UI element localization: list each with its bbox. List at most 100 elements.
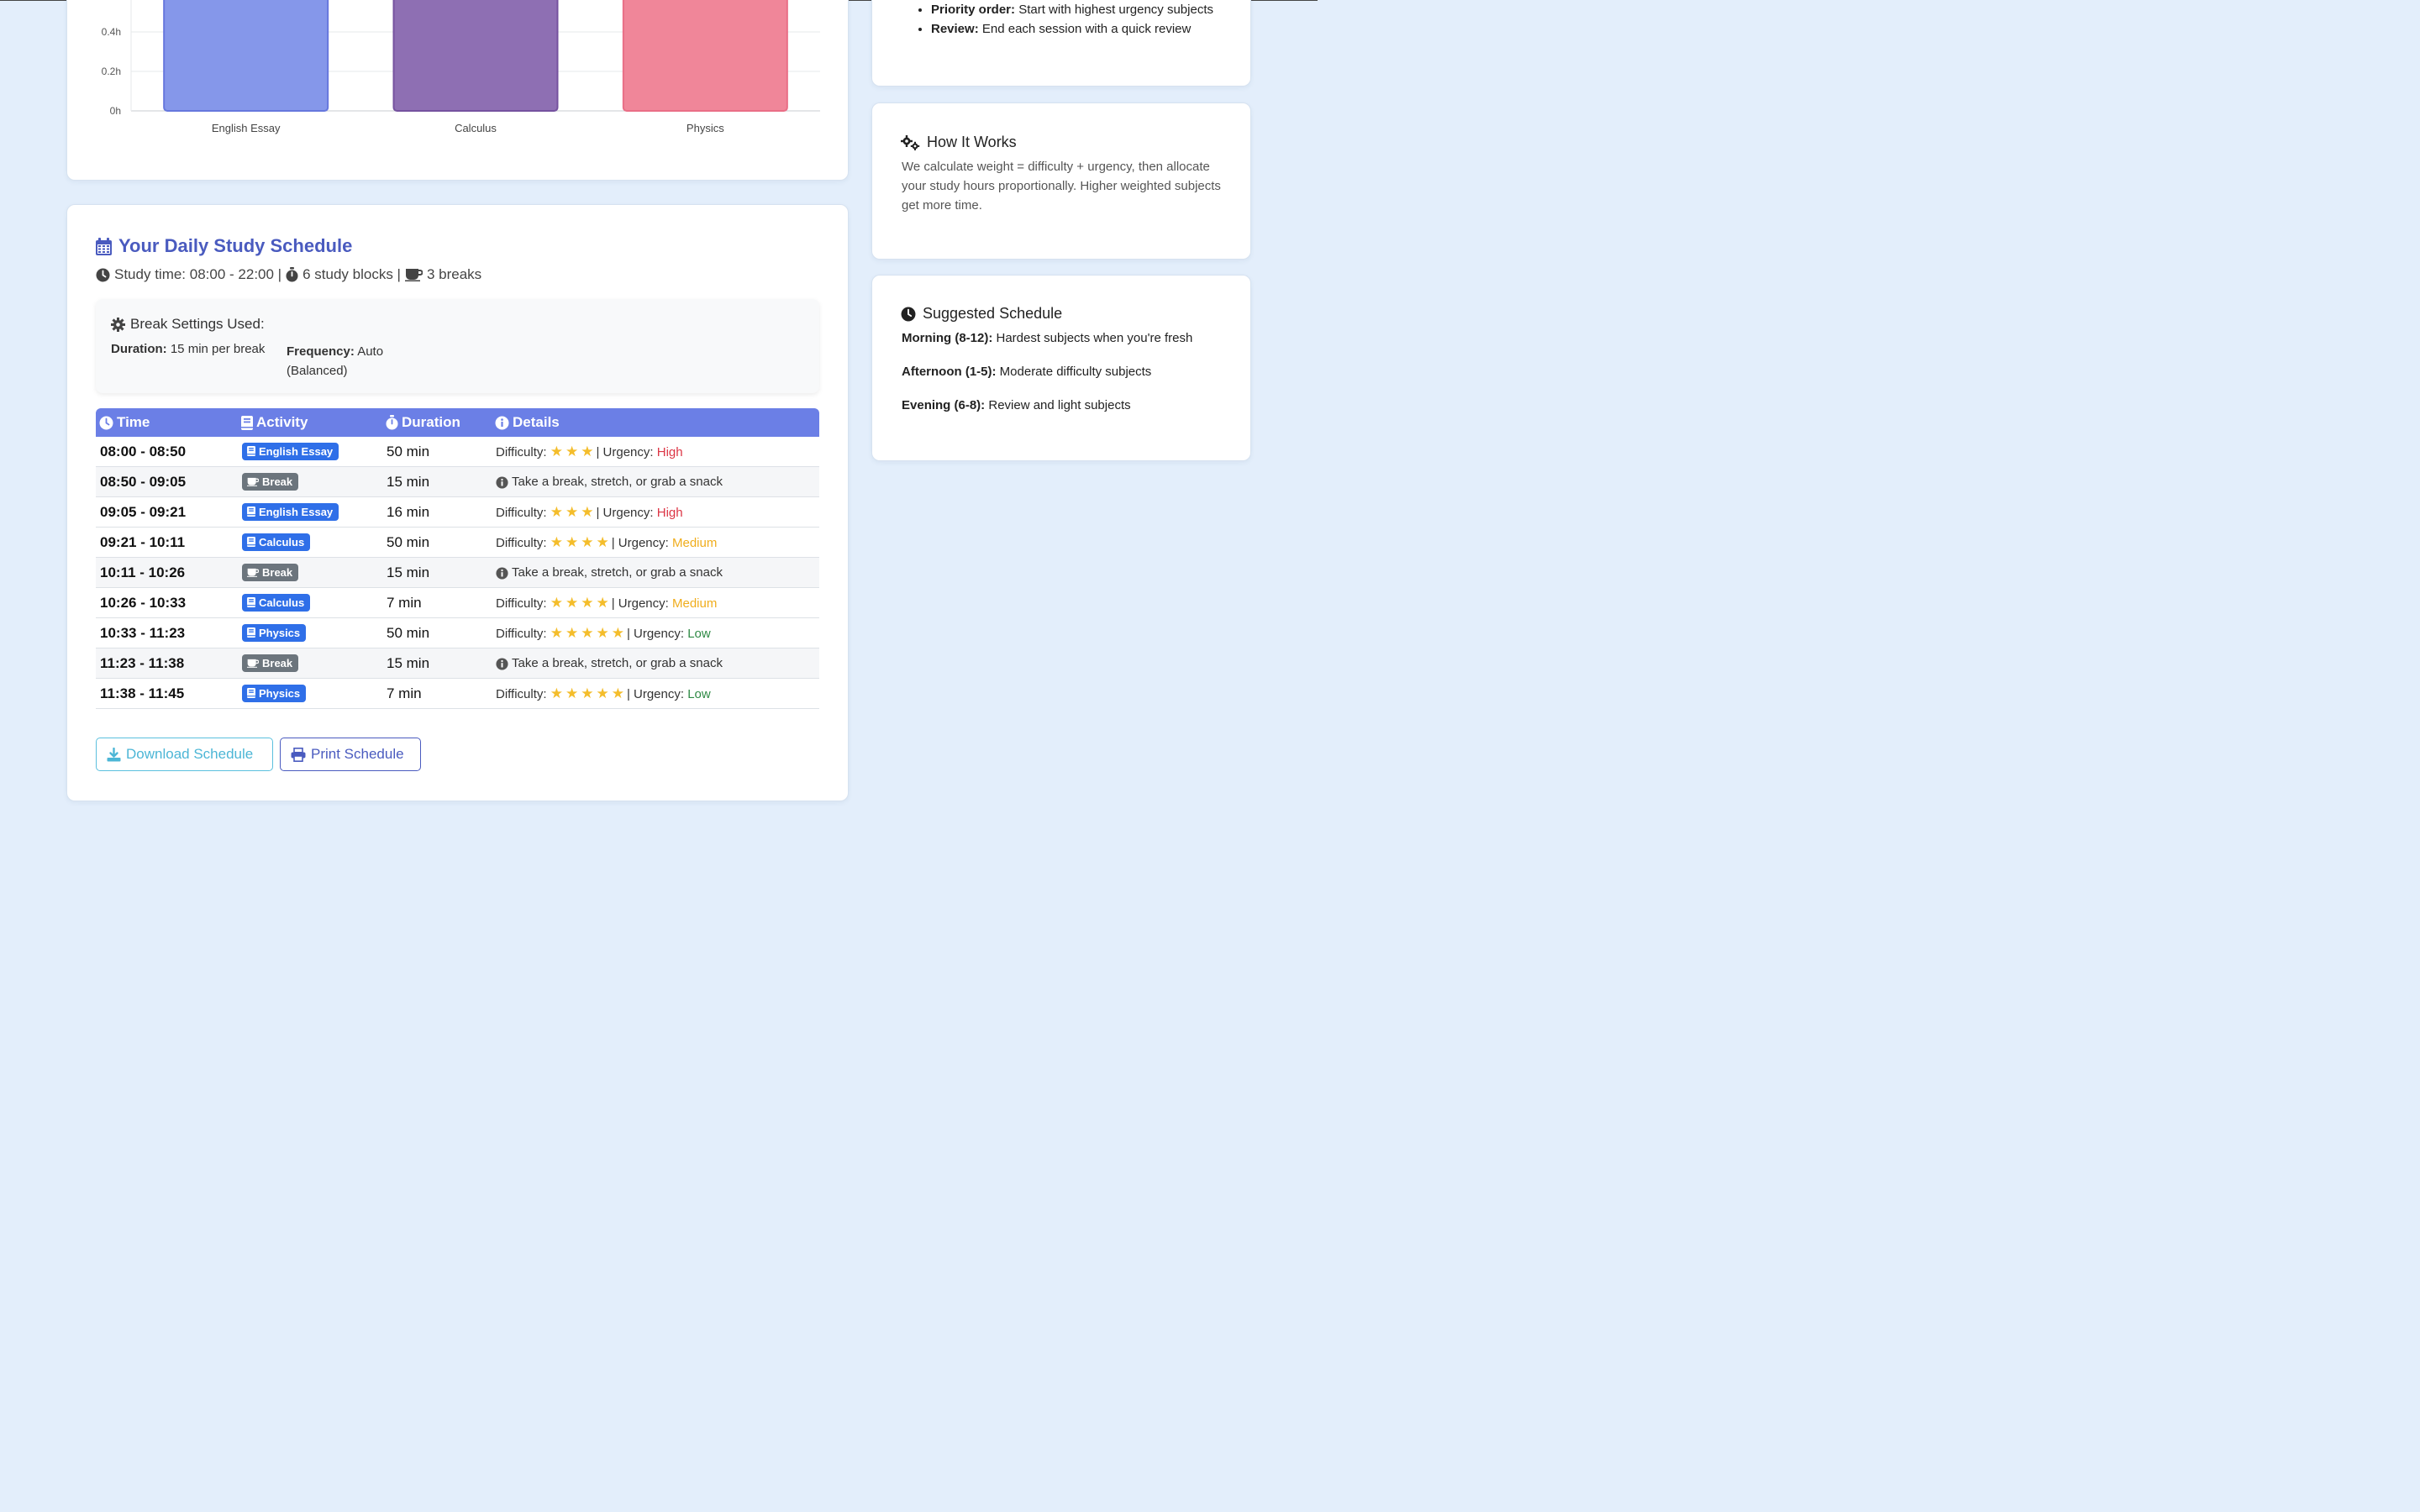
study-blocks-text: 6 study blocks |	[302, 266, 401, 282]
row-activity: Physics	[238, 617, 382, 648]
urgency-label: | Urgency:	[626, 686, 685, 701]
calendar-icon	[96, 237, 112, 255]
difficulty-stars: ★★★★★	[550, 685, 627, 701]
how-it-works-title: How It Works	[901, 134, 1017, 151]
table-row: 08:50 - 09:05 Break 15 min Take a break, st…	[96, 466, 819, 497]
x-tick-label: English Essay	[212, 122, 281, 134]
suggested-period: Morning (8-12):	[902, 331, 993, 345]
bar	[622, 0, 788, 112]
coffee-icon	[247, 568, 259, 577]
break-settings-box: Break Settings Used: Duration: 15 min pe…	[96, 299, 819, 393]
row-activity: Calculus	[238, 527, 382, 558]
book-icon	[247, 446, 255, 457]
info-icon	[496, 475, 508, 489]
break-frequency: Frequency: Auto (Balanced)	[287, 342, 421, 381]
row-activity: Break	[238, 557, 382, 588]
book-icon	[247, 627, 255, 638]
urgency-value: Low	[687, 686, 711, 701]
breaks-count-text: 3 breaks	[426, 266, 482, 282]
row-details: Difficulty: ★★★| Urgency: High	[492, 437, 819, 467]
schedule-title-text: Your Daily Study Schedule	[118, 235, 353, 256]
table-row: 10:26 - 10:33 Calculus 7 min Difficulty: ★★…	[96, 587, 819, 618]
difficulty-stars: ★★★	[550, 503, 597, 520]
activity-badge: Break	[242, 473, 299, 491]
tip-text: Start with highest urgency subjects	[1015, 3, 1213, 17]
print-schedule-button[interactable]: Print Schedule	[280, 738, 421, 771]
difficulty-stars: ★★★	[550, 443, 597, 459]
bar-chart: 0h 0.2h 0.4h English Essay Calculus Physics	[102, 0, 820, 134]
gears-icon	[901, 134, 920, 150]
tip-label: Review:	[931, 22, 979, 36]
row-duration: 7 min	[382, 587, 492, 618]
activity-label: Break	[262, 566, 293, 579]
break-duration-value: 15 min per break	[170, 342, 266, 356]
activity-label: English Essay	[259, 444, 334, 458]
gear-icon	[111, 317, 125, 332]
row-details: Difficulty: ★★★| Urgency: High	[492, 496, 819, 528]
header-time: Time	[96, 408, 238, 437]
difficulty-label: Difficulty:	[496, 505, 547, 520]
x-tick-label: Calculus	[455, 122, 497, 134]
stopwatch-icon	[286, 267, 298, 282]
row-duration: 15 min	[382, 466, 492, 497]
tip-text: End each session with a quick review	[978, 22, 1192, 36]
clock-icon	[96, 268, 110, 281]
difficulty-label: Difficulty:	[496, 686, 547, 701]
tip-item: Review: End each session with a quick re…	[931, 19, 1242, 39]
row-details: Take a break, stretch, or grab a snack	[492, 557, 819, 588]
activity-label: English Essay	[259, 505, 334, 518]
bar	[392, 0, 559, 112]
row-details: Difficulty: ★★★★★| Urgency: Low	[492, 617, 819, 648]
table-row: 10:11 - 10:26 Break 15 min Take a break, st…	[96, 557, 819, 588]
coffee-icon	[404, 269, 423, 281]
tips-card: Priority order: Start with highest urgen…	[871, 0, 1251, 87]
activity-label: Calculus	[259, 596, 305, 609]
row-duration: 50 min	[382, 527, 492, 558]
info-icon	[495, 416, 509, 429]
download-schedule-button[interactable]: Download Schedule	[96, 738, 273, 771]
table-row: 11:23 - 11:38 Break 15 min Take a break, st…	[96, 648, 819, 679]
activity-badge: Calculus	[242, 533, 311, 551]
activity-badge: Break	[242, 654, 299, 672]
difficulty-label: Difficulty:	[496, 596, 547, 611]
suggested-line: Evening (6-8): Review and light subjects	[902, 398, 1131, 412]
break-duration-label: Duration:	[111, 342, 167, 356]
activity-label: Physics	[259, 686, 301, 700]
urgency-label: | Urgency:	[611, 596, 669, 611]
activity-label: Break	[262, 657, 293, 669]
y-tick-label: 0h	[110, 105, 121, 117]
activity-badge: Physics	[242, 623, 307, 642]
difficulty-label: Difficulty:	[496, 535, 547, 550]
suggested-line: Afternoon (1-5): Moderate difficulty sub…	[902, 365, 1151, 379]
table-row: 10:33 - 11:23 Physics 50 min Difficulty: ★★…	[96, 617, 819, 648]
row-duration: 16 min	[382, 496, 492, 528]
schedule-meta: Study time: 08:00 - 22:00 | 6 study bloc…	[96, 266, 481, 283]
info-icon	[496, 657, 508, 670]
how-it-works-card: How It Works We calculate weight = diffi…	[871, 102, 1251, 260]
urgency-label: | Urgency:	[596, 444, 654, 459]
row-activity: Physics	[238, 678, 382, 709]
break-settings-title-text: Break Settings Used:	[130, 316, 265, 332]
header-activity: Activity	[238, 408, 382, 437]
urgency-value: High	[656, 505, 683, 520]
row-time: 10:11 - 10:26	[96, 557, 238, 588]
clock-icon	[99, 416, 113, 429]
schedule-title: Your Daily Study Schedule	[96, 235, 352, 257]
book-icon	[247, 688, 255, 699]
difficulty-stars: ★★★★	[550, 533, 612, 550]
coffee-icon	[247, 659, 259, 668]
difficulty-stars: ★★★★★	[550, 624, 627, 641]
y-tick-label: 0.4h	[102, 26, 121, 38]
row-duration: 15 min	[382, 557, 492, 588]
print-schedule-label: Print Schedule	[311, 746, 404, 762]
suggested-text: Hardest subjects when you're fresh	[992, 331, 1193, 345]
header-duration: Duration	[382, 408, 492, 437]
activity-badge: English Essay	[242, 442, 339, 460]
urgency-value: Medium	[671, 535, 718, 550]
stopwatch-icon	[386, 415, 398, 430]
row-details: Take a break, stretch, or grab a snack	[492, 466, 819, 497]
table-row: 08:00 - 08:50 English Essay 50 min Difficul…	[96, 437, 819, 467]
suggested-text: Review and light subjects	[985, 398, 1131, 412]
how-it-works-body: We calculate weight = difficulty + urgen…	[902, 160, 1221, 213]
row-time: 08:50 - 09:05	[96, 466, 238, 497]
